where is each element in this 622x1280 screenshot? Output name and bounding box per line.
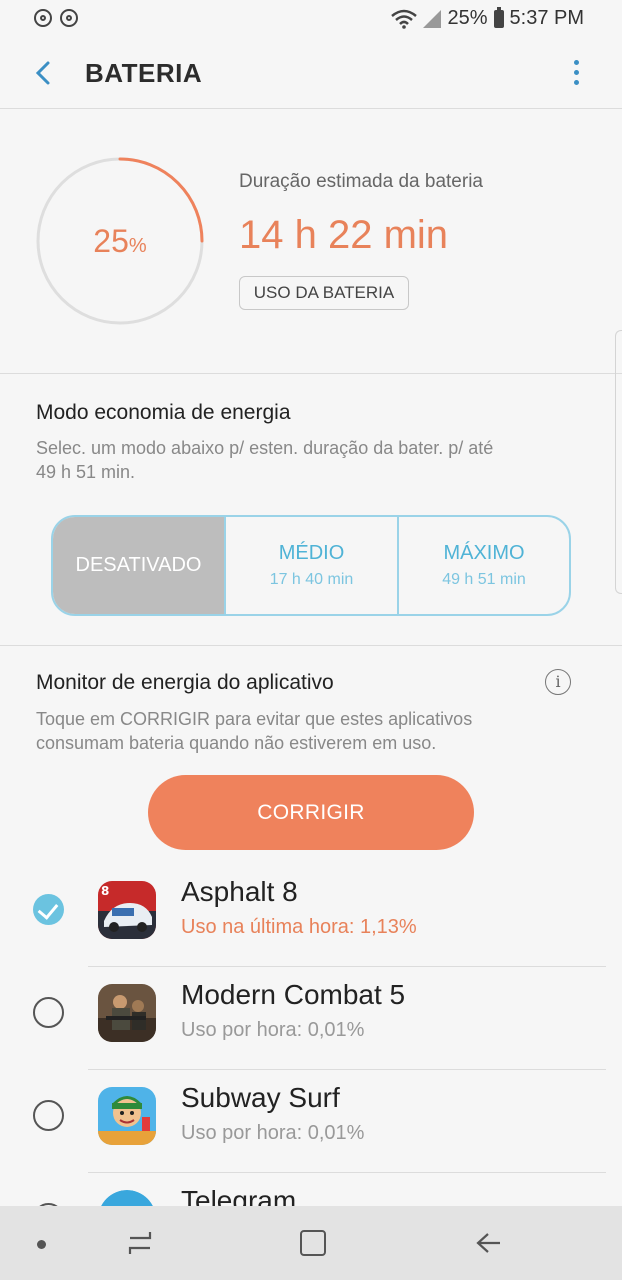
battery-level-unit: % [128,235,147,257]
status-battery-percent: 25% [447,7,488,29]
app-header: BATERIA [0,40,622,109]
fix-button[interactable]: CORRIGIR [148,775,474,850]
app-row-subway-surf[interactable]: Subway Surf Uso por hora: 0,01% [0,1070,622,1173]
status-time: 5:37 PM [509,7,584,29]
navigation-bar [0,1206,622,1280]
battery-level-number: 25 [93,223,129,259]
battery-usage-button[interactable]: USO DA BATERIA [239,276,409,310]
app-usage: Uso por hora: 0,01% [181,1019,365,1041]
info-icon[interactable]: i [545,669,571,695]
mode-medium-button[interactable]: MÉDIO 17 h 40 min [224,517,399,614]
subway-surf-app-icon [98,1087,156,1145]
mode-max-time: 49 h 51 min [442,571,526,588]
mode-off-label: DESATIVADO [75,554,202,576]
back-arrow-icon[interactable] [30,58,60,88]
mode-max-label: MÁXIMO [443,542,525,564]
modern-combat-app-icon [98,984,156,1042]
back-nav-icon[interactable] [474,1228,504,1258]
app-usage: Uso por hora: 0,01% [181,1122,365,1144]
mode-max-button[interactable]: MÁXIMO 49 h 51 min [399,517,569,614]
section-divider [0,645,622,646]
more-options-icon[interactable] [574,60,580,85]
estimate-value: 14 h 22 min [239,213,449,257]
app-monitor-title: Monitor de energia do aplicativo [36,671,334,694]
power-saving-title: Modo economia de energia [36,401,291,424]
mode-off-button[interactable]: DESATIVADO [53,517,224,614]
home-icon[interactable] [300,1230,326,1256]
app-checkbox[interactable] [33,1100,64,1131]
mode-medium-label: MÉDIO [278,542,345,564]
mode-medium-time: 17 h 40 min [269,571,354,588]
app-name: Asphalt 8 [181,876,298,907]
scroll-indicator[interactable] [615,330,622,594]
app-name: Subway Surf [181,1082,340,1113]
power-mode-selector: DESATIVADO MÉDIO 17 h 40 min MÁXIMO 49 h… [51,515,571,616]
page-title: BATERIA [85,58,203,88]
app-name: Modern Combat 5 [181,979,406,1010]
battery-section: 25% Duração estimada da bateria 14 h 22 … [0,109,622,374]
notification-icons [34,9,78,27]
status-icons: 25% 5:37 PM [391,6,584,30]
asphalt-app-icon: 8 [98,881,156,939]
sync-notification-icon [34,9,52,27]
app-monitor-description: Toque em CORRIGIR para evitar que estes … [36,709,473,753]
app-checkbox[interactable] [33,997,64,1028]
sync-notification-icon-2 [60,9,78,27]
cell-signal-icon [423,9,442,28]
recent-apps-icon[interactable] [126,1230,154,1256]
battery-level-text: 25% [36,223,204,260]
svg-text:8: 8 [101,884,109,898]
app-checkbox-checked[interactable] [33,894,64,925]
wifi-icon [391,9,418,29]
estimate-label: Duração estimada da bateria [239,171,483,192]
app-usage: Uso na última hora: 1,13% [181,916,417,938]
battery-icon [493,6,504,28]
status-bar: 25% 5:37 PM [0,0,622,40]
app-row-asphalt[interactable]: 8 Asphalt 8 Uso na última hora: 1,13% [0,864,622,967]
nav-dot-icon[interactable] [37,1240,46,1249]
app-row-modern-combat[interactable]: Modern Combat 5 Uso por hora: 0,01% [0,967,622,1070]
power-saving-description: Selec. um modo abaixo p/ esten. duração … [36,438,494,482]
